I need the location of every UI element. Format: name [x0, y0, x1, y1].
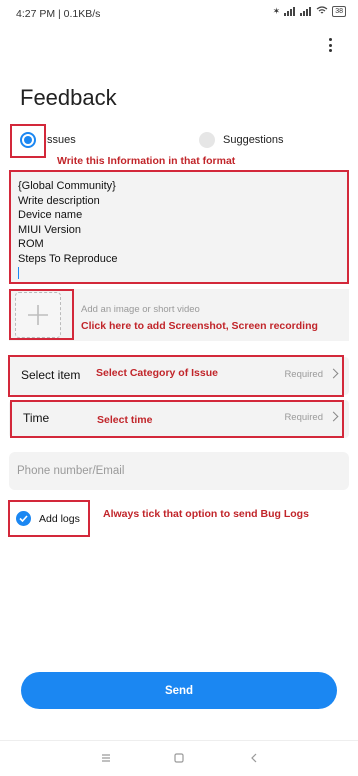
description-field[interactable]: {Global Community} Write description Dev… [9, 170, 349, 284]
status-bar: 4:27 PM | 0.1KB/s ✶ 38 [0, 0, 358, 28]
annotation-tick-logs: Always tick that option to send Bug Logs [103, 508, 309, 520]
plus-icon [28, 305, 48, 325]
page-title: Feedback [20, 84, 117, 110]
add-logs-checkbox[interactable]: Add logs [8, 500, 90, 537]
time-highlight [10, 400, 344, 438]
signal-icon [284, 7, 296, 16]
status-icons: ✶ 38 [273, 6, 346, 17]
issues-highlight [10, 124, 46, 158]
signal-icon-2 [300, 7, 312, 16]
tab-issues-label: Issues [44, 134, 76, 146]
status-time: 4:27 PM | 0.1KB/s [16, 8, 101, 20]
annotation-write-info: Write this Information in that format [57, 155, 236, 167]
radio-unselected-icon [199, 132, 215, 148]
wifi-icon [316, 6, 328, 17]
add-media-button[interactable] [15, 292, 61, 338]
more-vertical-icon[interactable] [324, 38, 336, 52]
tab-suggestions-label: Suggestions [223, 134, 284, 146]
send-button[interactable]: Send [21, 672, 337, 709]
back-icon[interactable] [246, 751, 262, 765]
battery-icon: 38 [332, 6, 346, 17]
contact-input[interactable] [9, 452, 349, 490]
annotation-select-category: Select Category of Issue [96, 367, 218, 379]
menu-icon[interactable] [98, 751, 114, 765]
add-logs-label: Add logs [39, 512, 80, 525]
home-icon[interactable] [171, 751, 187, 765]
annotation-add-media: Click here to add Screenshot, Screen rec… [81, 320, 318, 332]
text-caret [18, 267, 19, 279]
check-icon [16, 511, 31, 526]
bluetooth-icon: ✶ [272, 6, 281, 16]
media-hint: Add an image or short video [81, 304, 200, 315]
annotation-select-time: Select time [97, 414, 153, 426]
navigation-bar [0, 740, 358, 776]
description-text: {Global Community} Write description Dev… [18, 180, 118, 265]
tab-suggestions[interactable]: Suggestions [199, 132, 284, 148]
